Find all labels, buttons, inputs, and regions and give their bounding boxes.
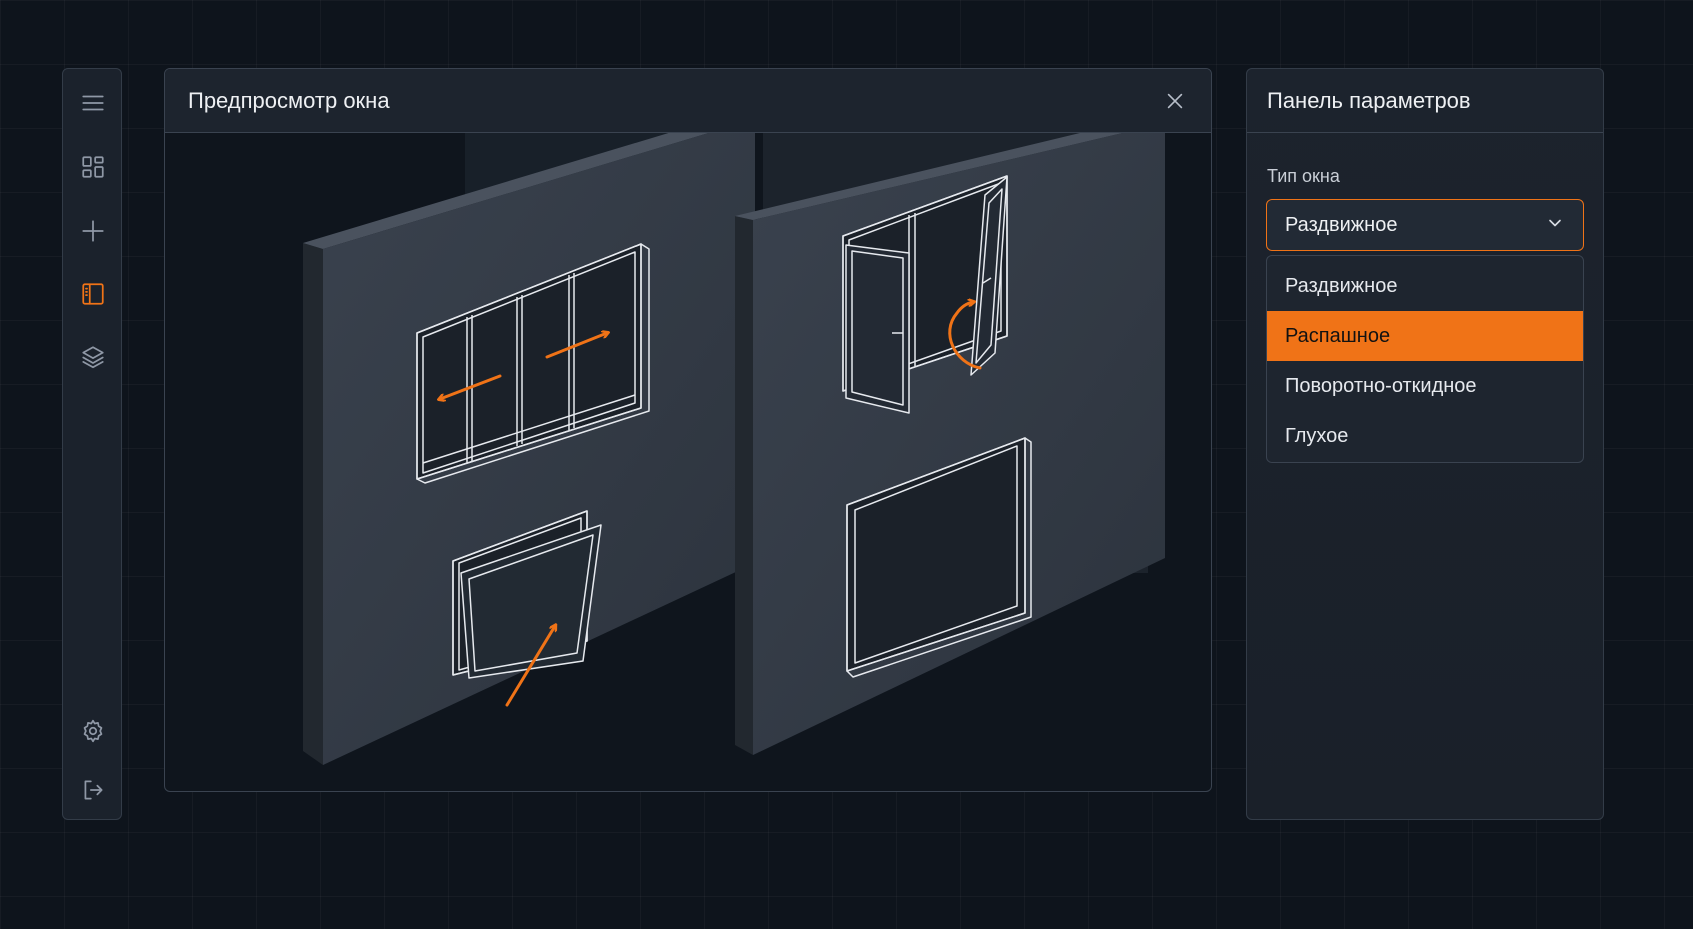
window-type-dropdown: Раздвижное Распашное Поворотно-откидное … [1266,255,1584,463]
parameters-title: Панель параметров [1267,87,1471,113]
settings-icon[interactable] [77,715,109,747]
window-preview-scene [303,133,1165,765]
window-type-select[interactable]: Раздвижное [1266,199,1584,251]
window-type-select-value: Раздвижное [1285,213,1398,236]
window-type-label: Тип окна [1267,166,1340,186]
preview-title: Предпросмотр окна [188,87,390,113]
option-fixed[interactable]: Глухое [1267,411,1583,461]
parameters-panel: Панель параметров Тип окна Раздвижное Ра… [1246,68,1604,820]
window-preview-panel: Предпросмотр окна [164,68,1212,792]
menu-icon[interactable] [77,87,109,119]
layers-icon[interactable] [77,341,109,373]
dashboard-icon[interactable] [77,151,109,183]
option-sliding[interactable]: Раздвижное [1267,261,1583,311]
preview-header: Предпросмотр окна [165,69,1211,133]
sidebar [62,68,122,820]
option-tilt-turn[interactable]: Поворотно-откидное [1267,361,1583,411]
parameters-header: Панель параметров [1247,69,1603,133]
chevron-down-icon [1545,213,1565,238]
close-icon[interactable] [1161,87,1189,115]
add-icon[interactable] [77,215,109,247]
option-casement[interactable]: Распашное [1267,311,1583,361]
window-panel-icon[interactable] [77,278,109,310]
logout-icon[interactable] [77,774,109,806]
